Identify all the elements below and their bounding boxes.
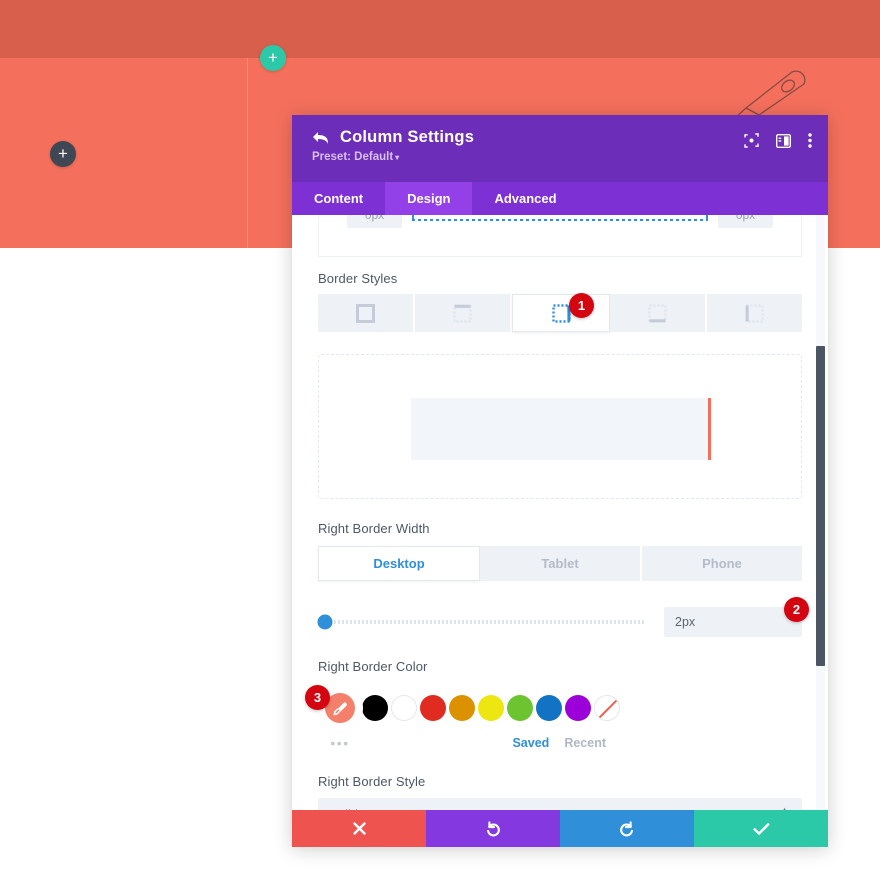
right-border-color-label: Right Border Color <box>318 659 428 674</box>
border-style-all[interactable] <box>318 294 416 332</box>
border-style-top[interactable] <box>415 294 513 332</box>
border-style-bottom[interactable] <box>609 294 707 332</box>
border-preview-block <box>411 398 711 460</box>
border-style-right[interactable] <box>512 294 610 332</box>
palette-tab-group: Saved Recent <box>512 736 606 750</box>
screenshot-canvas: + + Column Settings Preset: Default ▾ Co… <box>0 0 880 896</box>
palette-footer: ••• Saved Recent <box>318 732 802 754</box>
right-border-style-select[interactable]: Solid ▲▼ <box>318 798 802 810</box>
top-border-icon <box>453 303 472 323</box>
save-button[interactable] <box>694 810 828 847</box>
swatch-green[interactable] <box>507 695 533 721</box>
add-module-label: + <box>58 143 68 163</box>
modal-header: Column Settings Preset: Default ▾ <box>292 115 828 182</box>
border-styles-group <box>318 294 803 332</box>
border-styles-label: Border Styles <box>318 271 398 286</box>
border-preview-right-edge <box>708 398 711 460</box>
more-colors-button[interactable]: ••• <box>318 735 362 751</box>
border-width-slider[interactable] <box>317 614 646 630</box>
swatch-black[interactable] <box>362 695 388 721</box>
color-palette <box>318 686 802 730</box>
pen-decoration-icon <box>733 70 806 120</box>
column-divider <box>247 58 248 248</box>
modal-body: 0px 0px Border Styles <box>292 215 828 810</box>
all-borders-icon <box>356 303 376 323</box>
step-badge-1: 1 <box>569 293 594 318</box>
spacing-preview-box <box>412 215 708 221</box>
undo-icon <box>487 820 500 836</box>
device-tab-tablet[interactable]: Tablet <box>480 546 642 581</box>
spacing-widget: 0px 0px <box>318 215 802 257</box>
page-section-top <box>0 0 880 58</box>
focus-icon[interactable] <box>744 133 759 148</box>
redo-button[interactable] <box>560 810 694 847</box>
tab-design[interactable]: Design <box>385 182 473 215</box>
preset-label: Preset: Default <box>312 151 394 163</box>
border-width-input[interactable]: 2px <box>664 607 802 637</box>
border-preview-panel <box>318 354 802 499</box>
swatch-purple[interactable] <box>565 695 591 721</box>
bottom-border-icon <box>648 303 667 323</box>
modal-tabbar: Content Design Advanced <box>292 182 828 215</box>
right-border-style-value: Solid <box>330 808 358 811</box>
more-vertical-icon[interactable] <box>808 133 812 148</box>
add-module-button[interactable]: + <box>50 141 76 167</box>
modal-footer <box>292 810 828 847</box>
spacing-right-input[interactable]: 0px <box>718 215 773 228</box>
device-toggle-group: Desktop Tablet Phone <box>318 546 802 581</box>
add-section-label: + <box>268 47 278 67</box>
swatch-yellow[interactable] <box>478 695 504 721</box>
right-border-icon <box>551 303 571 323</box>
left-border-icon <box>745 303 764 323</box>
preset-selector[interactable]: Preset: Default ▾ <box>312 151 808 163</box>
column-settings-modal: Column Settings Preset: Default ▾ Conten… <box>292 115 828 847</box>
redo-icon <box>620 820 633 836</box>
slider-handle[interactable] <box>317 614 333 630</box>
close-icon <box>352 822 366 835</box>
swatch-white[interactable] <box>391 695 417 721</box>
tab-content[interactable]: Content <box>292 182 385 215</box>
border-width-slider-row: 2px <box>317 607 802 637</box>
eyedropper-icon <box>332 702 347 715</box>
scrollbar-thumb[interactable] <box>816 346 825 666</box>
step-badge-2: 2 <box>784 597 809 622</box>
device-tab-phone[interactable]: Phone <box>642 546 802 581</box>
cancel-button[interactable] <box>292 810 426 847</box>
border-style-left[interactable] <box>706 294 803 332</box>
add-section-button[interactable]: + <box>260 45 286 71</box>
header-icon-group <box>744 133 812 148</box>
tab-advanced[interactable]: Advanced <box>472 182 578 215</box>
spacing-left-input[interactable]: 0px <box>347 215 402 228</box>
check-icon <box>752 822 769 835</box>
right-border-width-label: Right Border Width <box>318 521 430 536</box>
chevron-down-icon: ▾ <box>395 153 400 162</box>
swatch-red[interactable] <box>420 695 446 721</box>
swatch-orange[interactable] <box>449 695 475 721</box>
back-arrow-icon[interactable] <box>312 130 330 146</box>
palette-tab-saved[interactable]: Saved <box>512 736 549 750</box>
step-badge-3: 3 <box>305 685 330 710</box>
swatch-transparent[interactable] <box>594 695 620 721</box>
undo-button[interactable] <box>426 810 560 847</box>
chevron-updown-icon: ▲▼ <box>779 805 790 810</box>
layout-panel-icon[interactable] <box>776 133 791 148</box>
palette-tab-recent[interactable]: Recent <box>564 736 606 750</box>
right-border-style-label: Right Border Style <box>318 774 426 789</box>
device-tab-desktop[interactable]: Desktop <box>318 546 480 581</box>
page-title: Column Settings <box>340 128 475 146</box>
swatch-blue[interactable] <box>536 695 562 721</box>
